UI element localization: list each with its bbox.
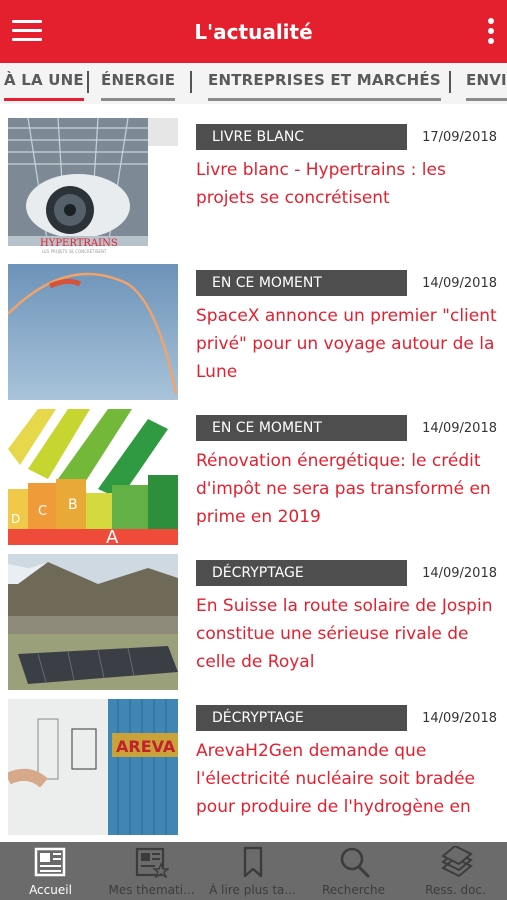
article-thumbnail-hypertrain: HYPERTRAINS LES PROJETS SE CONCRÉTISENT: [8, 118, 178, 254]
nav-label: Recherche: [321, 883, 386, 897]
article-date: 14/09/2018: [422, 711, 497, 726]
article-date: 14/09/2018: [422, 421, 497, 436]
nav-ress-doc[interactable]: Ress. doc.: [404, 842, 507, 900]
tab-label: ENVI: [466, 71, 507, 89]
nav-mes-thematiques[interactable]: Mes themati...: [101, 842, 202, 900]
tab-indicator: [101, 98, 176, 101]
nav-label: À lire plus ta...: [209, 883, 296, 897]
tab-label: ÉNERGIE: [101, 71, 176, 89]
article-title[interactable]: Livre blanc - Hypertrains : les projets …: [196, 156, 501, 212]
search-icon: [340, 847, 369, 878]
article-title[interactable]: SpaceX annonce un premier "client privé"…: [196, 302, 501, 386]
article-thumbnail-rocket: [8, 264, 178, 400]
thumb-letter-b: B: [68, 497, 78, 513]
bookmark-icon: [243, 846, 262, 878]
tab-separator: [449, 71, 451, 93]
article-item[interactable]: HYPERTRAINS LES PROJETS SE CONCRÉTISENT …: [0, 118, 507, 258]
article-item[interactable]: AREVA DÉCRYPTAGE 14/09/2018 ArevaH2Gen d…: [0, 699, 507, 839]
article-thumbnail-solar-road: [8, 554, 178, 690]
article-title[interactable]: ArevaH2Gen demande que l'électricité nuc…: [196, 737, 501, 821]
article-date: 14/09/2018: [422, 276, 497, 291]
newspaper-icon: [34, 847, 65, 877]
tab-separator: [190, 71, 192, 93]
nav-label: Mes themati...: [108, 883, 195, 897]
newspaper-star-icon: [135, 847, 169, 878]
article-title[interactable]: Rénovation énergétique: le crédit d'impô…: [196, 447, 501, 531]
article-item[interactable]: D C B A EN CE MOMENT 14/09/2018 Rénovati…: [0, 409, 507, 549]
thumb-letter-d: D: [11, 512, 20, 526]
tab-label: ENTREPRISES ET MARCHÉS: [208, 71, 441, 89]
article-thumbnail-energy-label: D C B A: [8, 409, 178, 545]
bottom-navigation-bar: Accueil Mes themati... À lire plus ta...: [0, 842, 507, 900]
nav-a-lire-plus-tard[interactable]: À lire plus ta...: [202, 842, 303, 900]
tab-active-indicator: [4, 98, 84, 101]
article-category-badge: LIVRE BLANC: [196, 124, 407, 150]
top-app-bar: L'actualité: [0, 0, 507, 63]
tab-indicator: [466, 98, 507, 101]
documents-stack-icon: [440, 846, 473, 878]
article-item[interactable]: EN CE MOMENT 14/09/2018 SpaceX annonce u…: [0, 264, 507, 404]
tab-label: À LA UNE: [4, 71, 84, 89]
tab-energie[interactable]: ÉNERGIE: [101, 71, 176, 101]
more-vertical-icon[interactable]: [487, 18, 495, 46]
article-item[interactable]: DÉCRYPTAGE 14/09/2018 En Suisse la route…: [0, 554, 507, 694]
nav-label: Accueil: [29, 883, 72, 897]
nav-recherche[interactable]: Recherche: [303, 842, 404, 900]
thumb-letter-a: A: [106, 527, 119, 545]
category-tabs: À LA UNE ÉNERGIE ENTREPRISES ET MARCHÉS …: [0, 63, 507, 104]
page-title: L'actualité: [194, 20, 313, 44]
article-category-badge: EN CE MOMENT: [196, 415, 407, 441]
thumb-subcaption: LES PROJETS SE CONCRÉTISENT: [42, 249, 107, 254]
tab-entreprises-et-marches[interactable]: ENTREPRISES ET MARCHÉS: [208, 71, 441, 101]
article-date: 14/09/2018: [422, 566, 497, 581]
tab-separator: [87, 71, 89, 93]
article-thumbnail-areva: AREVA: [8, 699, 178, 835]
article-category-badge: DÉCRYPTAGE: [196, 560, 407, 586]
article-category-badge: EN CE MOMENT: [196, 270, 407, 296]
article-date: 17/09/2018: [422, 130, 497, 145]
thumb-letter-c: C: [38, 504, 47, 519]
app-screen: L'actualité À LA UNE ÉNERGIE ENTREPRISES…: [0, 0, 507, 900]
article-category-badge: DÉCRYPTAGE: [196, 705, 407, 731]
tab-a-la-une[interactable]: À LA UNE: [4, 71, 84, 101]
tab-indicator: [208, 98, 441, 101]
nav-label: Ress. doc.: [425, 883, 486, 897]
article-title[interactable]: En Suisse la route solaire de Jospin con…: [196, 592, 501, 676]
thumb-caption: HYPERTRAINS: [40, 238, 118, 249]
thumb-sign: AREVA: [116, 737, 176, 756]
tab-environnement[interactable]: ENVI: [466, 71, 507, 101]
nav-accueil[interactable]: Accueil: [0, 842, 101, 900]
